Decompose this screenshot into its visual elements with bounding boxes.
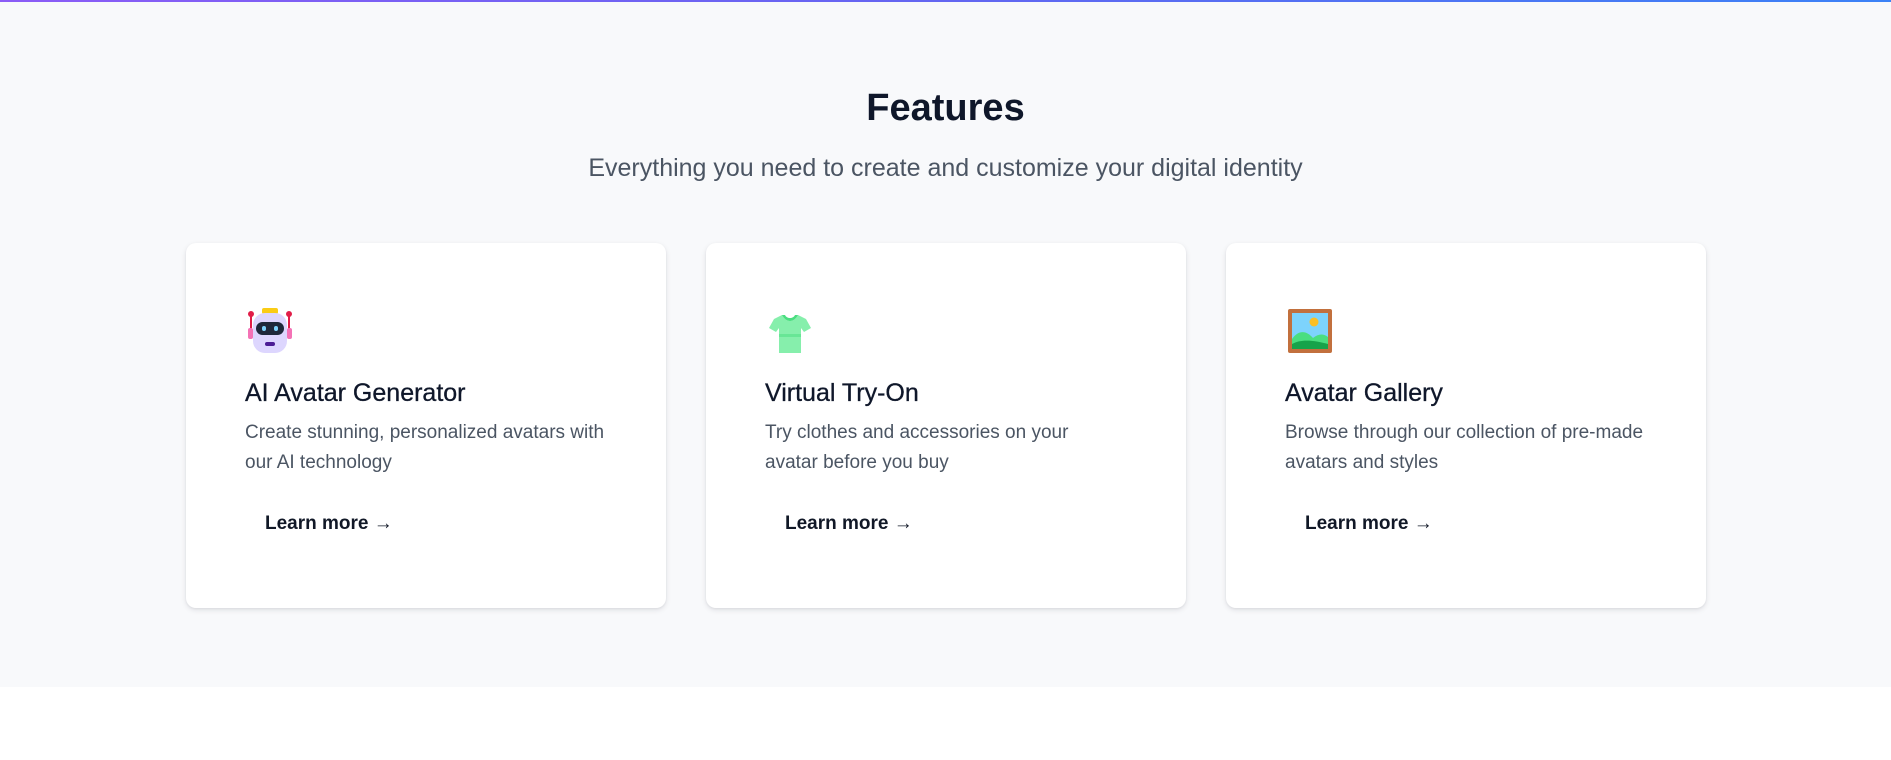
- features-section: Features Everything you need to create a…: [0, 2, 1891, 687]
- t-shirt-icon: [765, 306, 815, 356]
- card-description: Create stunning, personalized avatars wi…: [245, 422, 605, 473]
- feature-card-ai-avatar-generator: AI Avatar Generator Create stunning, per…: [186, 243, 666, 608]
- page-bottom-area: [0, 687, 1891, 760]
- card-description: Try clothes and accessories on your avat…: [765, 422, 1069, 473]
- framed-picture-icon: [1285, 306, 1335, 356]
- card-title: Avatar Gallery: [1285, 379, 1443, 407]
- learn-more-link[interactable]: Learn more →: [265, 510, 393, 538]
- section-subtitle: Everything you need to create and custom…: [588, 154, 1303, 182]
- feature-card-virtual-try-on: Virtual Try-On Try clothes and accessori…: [706, 243, 1186, 608]
- learn-more-link[interactable]: Learn more →: [785, 510, 913, 538]
- feature-card-avatar-gallery: Avatar Gallery Browse through our collec…: [1226, 243, 1706, 608]
- learn-more-link[interactable]: Learn more →: [1305, 510, 1433, 538]
- robot-icon: [245, 306, 295, 356]
- card-title: AI Avatar Generator: [245, 379, 466, 407]
- card-description: Browse through our collection of pre-mad…: [1285, 422, 1644, 473]
- section-title: Features: [866, 87, 1025, 129]
- card-title: Virtual Try-On: [765, 379, 919, 407]
